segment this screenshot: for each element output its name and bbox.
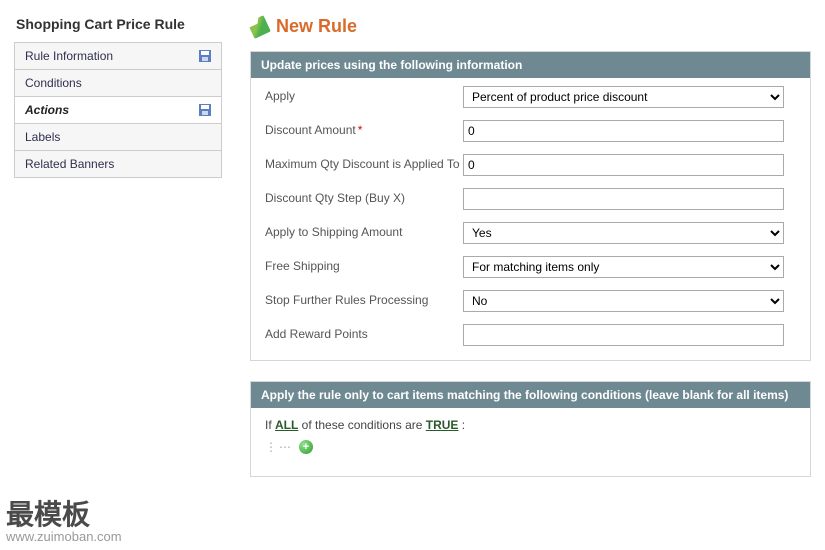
- free-shipping-select[interactable]: For matching items only: [463, 256, 784, 278]
- tab-label: Actions: [25, 103, 69, 117]
- tab-label: Labels: [25, 130, 60, 144]
- tab-labels[interactable]: Labels: [15, 124, 221, 151]
- free-shipping-label: Free Shipping: [265, 256, 463, 275]
- tab-rule-information[interactable]: Rule Information: [15, 43, 221, 70]
- tree-connector: ⋮⋯: [265, 440, 293, 454]
- tab-actions[interactable]: Actions: [15, 97, 221, 124]
- apply-label: Apply: [265, 86, 463, 105]
- reward-points-input[interactable]: [463, 324, 784, 346]
- page-title-row: New Rule: [250, 16, 811, 37]
- page-title: New Rule: [276, 16, 357, 37]
- stop-rules-select[interactable]: No: [463, 290, 784, 312]
- apply-select[interactable]: Percent of product price discount: [463, 86, 784, 108]
- tab-related-banners[interactable]: Related Banners: [15, 151, 221, 178]
- sidebar-title: Shopping Cart Price Rule: [14, 12, 222, 36]
- tab-conditions[interactable]: Conditions: [15, 70, 221, 97]
- sidebar-tabs: Rule Information Conditions Actions Labe…: [14, 42, 222, 178]
- reward-points-label: Add Reward Points: [265, 324, 463, 343]
- apply-shipping-select[interactable]: Yes: [463, 222, 784, 244]
- stop-rules-label: Stop Further Rules Processing: [265, 290, 463, 309]
- tab-label: Related Banners: [25, 157, 114, 171]
- save-icon: [199, 50, 211, 62]
- tag-icon: [247, 15, 271, 39]
- apply-shipping-label: Apply to Shipping Amount: [265, 222, 463, 241]
- condition-aggregator-text: If ALL of these conditions are TRUE :: [265, 418, 796, 432]
- add-condition-button[interactable]: +: [299, 440, 313, 454]
- max-qty-input[interactable]: [463, 154, 784, 176]
- fieldset-legend: Update prices using the following inform…: [251, 52, 810, 78]
- watermark: 最模板 www.zuimoban.com: [6, 493, 122, 544]
- tab-label: Rule Information: [25, 49, 113, 63]
- discount-amount-input[interactable]: [463, 120, 784, 142]
- qty-step-label: Discount Qty Step (Buy X): [265, 188, 463, 207]
- max-qty-label: Maximum Qty Discount is Applied To: [265, 154, 463, 173]
- tab-label: Conditions: [25, 76, 82, 90]
- condition-aggregator-value[interactable]: TRUE: [426, 418, 459, 432]
- fieldset-conditions: Apply the rule only to cart items matchi…: [250, 381, 811, 477]
- condition-aggregator-all[interactable]: ALL: [275, 418, 298, 432]
- fieldset-update-prices: Update prices using the following inform…: [250, 51, 811, 361]
- fieldset-legend: Apply the rule only to cart items matchi…: [251, 382, 810, 408]
- qty-step-input[interactable]: [463, 188, 784, 210]
- discount-amount-label: Discount Amount*: [265, 120, 463, 139]
- save-icon: [199, 104, 211, 116]
